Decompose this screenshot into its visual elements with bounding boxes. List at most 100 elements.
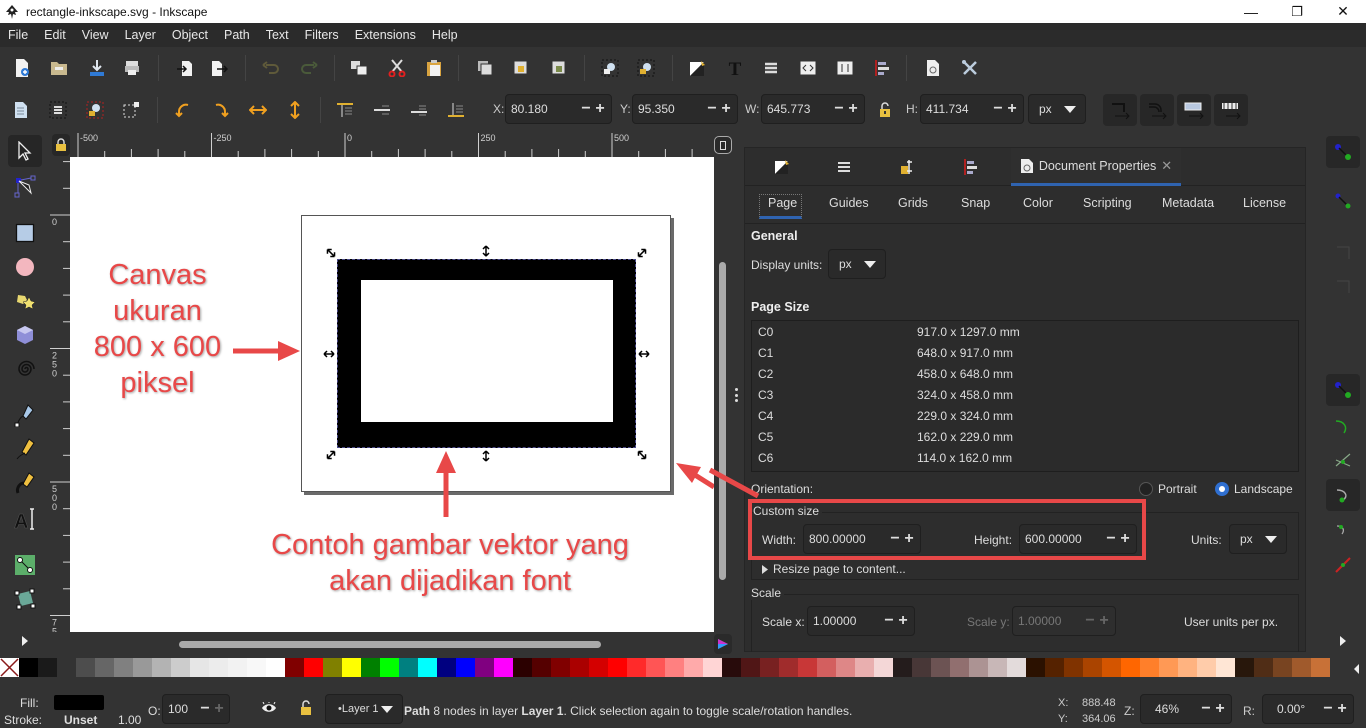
color-swatch[interactable] [551, 658, 570, 677]
page-size-row[interactable]: C0 917.0 x 1297.0 mm [752, 322, 1298, 343]
color-swatch[interactable] [247, 658, 266, 677]
color-swatch[interactable] [171, 658, 190, 677]
w-spinbox[interactable]: 645.773− + [761, 94, 865, 124]
h-decrement[interactable]: − [991, 100, 1005, 118]
h-increment[interactable]: + [1005, 100, 1019, 118]
color-swatch[interactable] [817, 658, 836, 677]
color-swatch[interactable] [1007, 658, 1026, 677]
snap-enable-toggle[interactable] [1326, 136, 1360, 168]
canvas-horizontal-scrollbar[interactable] [70, 632, 730, 654]
y-spinbox[interactable]: 95.350− + [632, 94, 738, 124]
color-swatch[interactable] [665, 658, 684, 677]
dock-tab-document-properties[interactable]: Document Properties ✕ [1011, 148, 1181, 186]
redo-button[interactable] [296, 55, 322, 81]
color-swatch[interactable] [133, 658, 152, 677]
menu-view[interactable]: View [74, 23, 117, 47]
flip-horizontal-button[interactable] [245, 97, 271, 123]
select-same-button[interactable] [118, 97, 144, 123]
rotation-increment[interactable]: + [1335, 700, 1349, 718]
zoom-increment[interactable]: + [1213, 700, 1227, 718]
scale-x-spinbox[interactable]: 1.00000− + [807, 606, 915, 636]
palette-scroll-arrow[interactable] [1346, 658, 1366, 679]
snap-intersections-toggle[interactable] [1326, 444, 1360, 476]
toggle-layer-visibility-button[interactable] [257, 698, 281, 718]
menu-layer[interactable]: Layer [117, 23, 164, 47]
color-swatch[interactable] [798, 658, 817, 677]
color-swatch[interactable] [1178, 658, 1197, 677]
snap-nodes-toggle[interactable] [1326, 374, 1360, 406]
export-button[interactable] [206, 55, 232, 81]
rotation-spinbox[interactable]: 0.00° − + [1262, 694, 1354, 724]
landscape-radio[interactable] [1215, 482, 1229, 496]
display-units-dropdown[interactable]: px [828, 249, 886, 279]
h-value[interactable]: 411.734 [921, 102, 991, 116]
selector-tool[interactable] [8, 135, 42, 167]
dock-tab-fill-stroke[interactable] [759, 148, 805, 186]
color-swatch[interactable] [266, 658, 285, 677]
x-value[interactable]: 80.180 [506, 102, 579, 116]
zoom-value[interactable]: 46% [1141, 702, 1199, 716]
color-swatch[interactable] [1273, 658, 1292, 677]
canvas-vertical-scrollbar[interactable] [714, 157, 730, 632]
rotation-decrement[interactable]: − [1321, 700, 1335, 718]
maximize-button[interactable]: ❐ [1274, 0, 1320, 23]
page-size-row[interactable]: C4 229.0 x 324.0 mm [752, 406, 1298, 427]
color-swatch[interactable] [323, 658, 342, 677]
pencil-tool[interactable] [8, 433, 42, 465]
color-swatch[interactable] [931, 658, 950, 677]
x-spinbox[interactable]: 80.180− + [505, 94, 612, 124]
rectangle-tool[interactable] [8, 217, 42, 249]
snap-bbox-toggle[interactable] [1326, 185, 1360, 217]
zoom-selection-button[interactable] [597, 55, 623, 81]
menu-object[interactable]: Object [164, 23, 216, 47]
color-swatch[interactable] [513, 658, 532, 677]
select-all-button[interactable] [8, 97, 34, 123]
star-tool[interactable] [8, 285, 42, 317]
lock-proportions-button[interactable] [872, 97, 898, 123]
lower-to-bottom-button[interactable] [443, 97, 469, 123]
portrait-label[interactable]: Portrait [1158, 482, 1197, 496]
subtab-scripting[interactable]: Scripting [1083, 196, 1132, 210]
color-swatch[interactable] [190, 658, 209, 677]
scale-x-increment[interactable]: + [896, 612, 910, 630]
dock-tab-preferences[interactable] [885, 148, 931, 186]
save-button[interactable] [84, 55, 110, 81]
opacity-decrement[interactable]: − [198, 700, 212, 718]
rotation-value[interactable]: 0.00° [1263, 702, 1321, 716]
ellipse-tool[interactable] [8, 251, 42, 283]
subtab-snap[interactable]: Snap [961, 196, 990, 210]
dock-tab-layers[interactable] [821, 148, 867, 186]
drawing-canvas[interactable]: Canvas ukuran 800 x 600 piksel Contoh ga… [70, 157, 714, 632]
lower-button[interactable] [406, 97, 432, 123]
color-swatch[interactable] [646, 658, 665, 677]
unit-dropdown[interactable]: px [1028, 94, 1086, 124]
menu-file[interactable]: File [0, 23, 36, 47]
color-manage-toggle[interactable] [714, 634, 732, 654]
color-swatch[interactable] [874, 658, 893, 677]
color-swatch[interactable] [95, 658, 114, 677]
new-document-button[interactable] [9, 55, 35, 81]
node-tool[interactable] [8, 171, 42, 203]
color-swatch[interactable] [722, 658, 741, 677]
deselect-button[interactable] [82, 97, 108, 123]
raise-to-top-button[interactable] [332, 97, 358, 123]
color-swatch[interactable] [836, 658, 855, 677]
menu-help[interactable]: Help [424, 23, 466, 47]
portrait-radio[interactable] [1139, 482, 1153, 496]
mesh-tool[interactable] [8, 583, 42, 615]
color-swatch[interactable] [1083, 658, 1102, 677]
color-swatch[interactable] [741, 658, 760, 677]
color-swatch[interactable] [532, 658, 551, 677]
more-tools-button[interactable] [8, 625, 42, 657]
color-swatch[interactable] [38, 658, 57, 677]
color-swatch[interactable] [1045, 658, 1064, 677]
color-swatch[interactable] [1292, 658, 1311, 677]
menu-path[interactable]: Path [216, 23, 258, 47]
subtab-color[interactable]: Color [1023, 196, 1053, 210]
zoom-drawing-button[interactable] [633, 55, 659, 81]
scale-x-value[interactable]: 1.00000 [808, 614, 882, 628]
flip-vertical-button[interactable] [282, 97, 308, 123]
more-snap-options-button[interactable] [1326, 625, 1360, 657]
color-swatch[interactable] [285, 658, 304, 677]
color-swatch[interactable] [570, 658, 589, 677]
